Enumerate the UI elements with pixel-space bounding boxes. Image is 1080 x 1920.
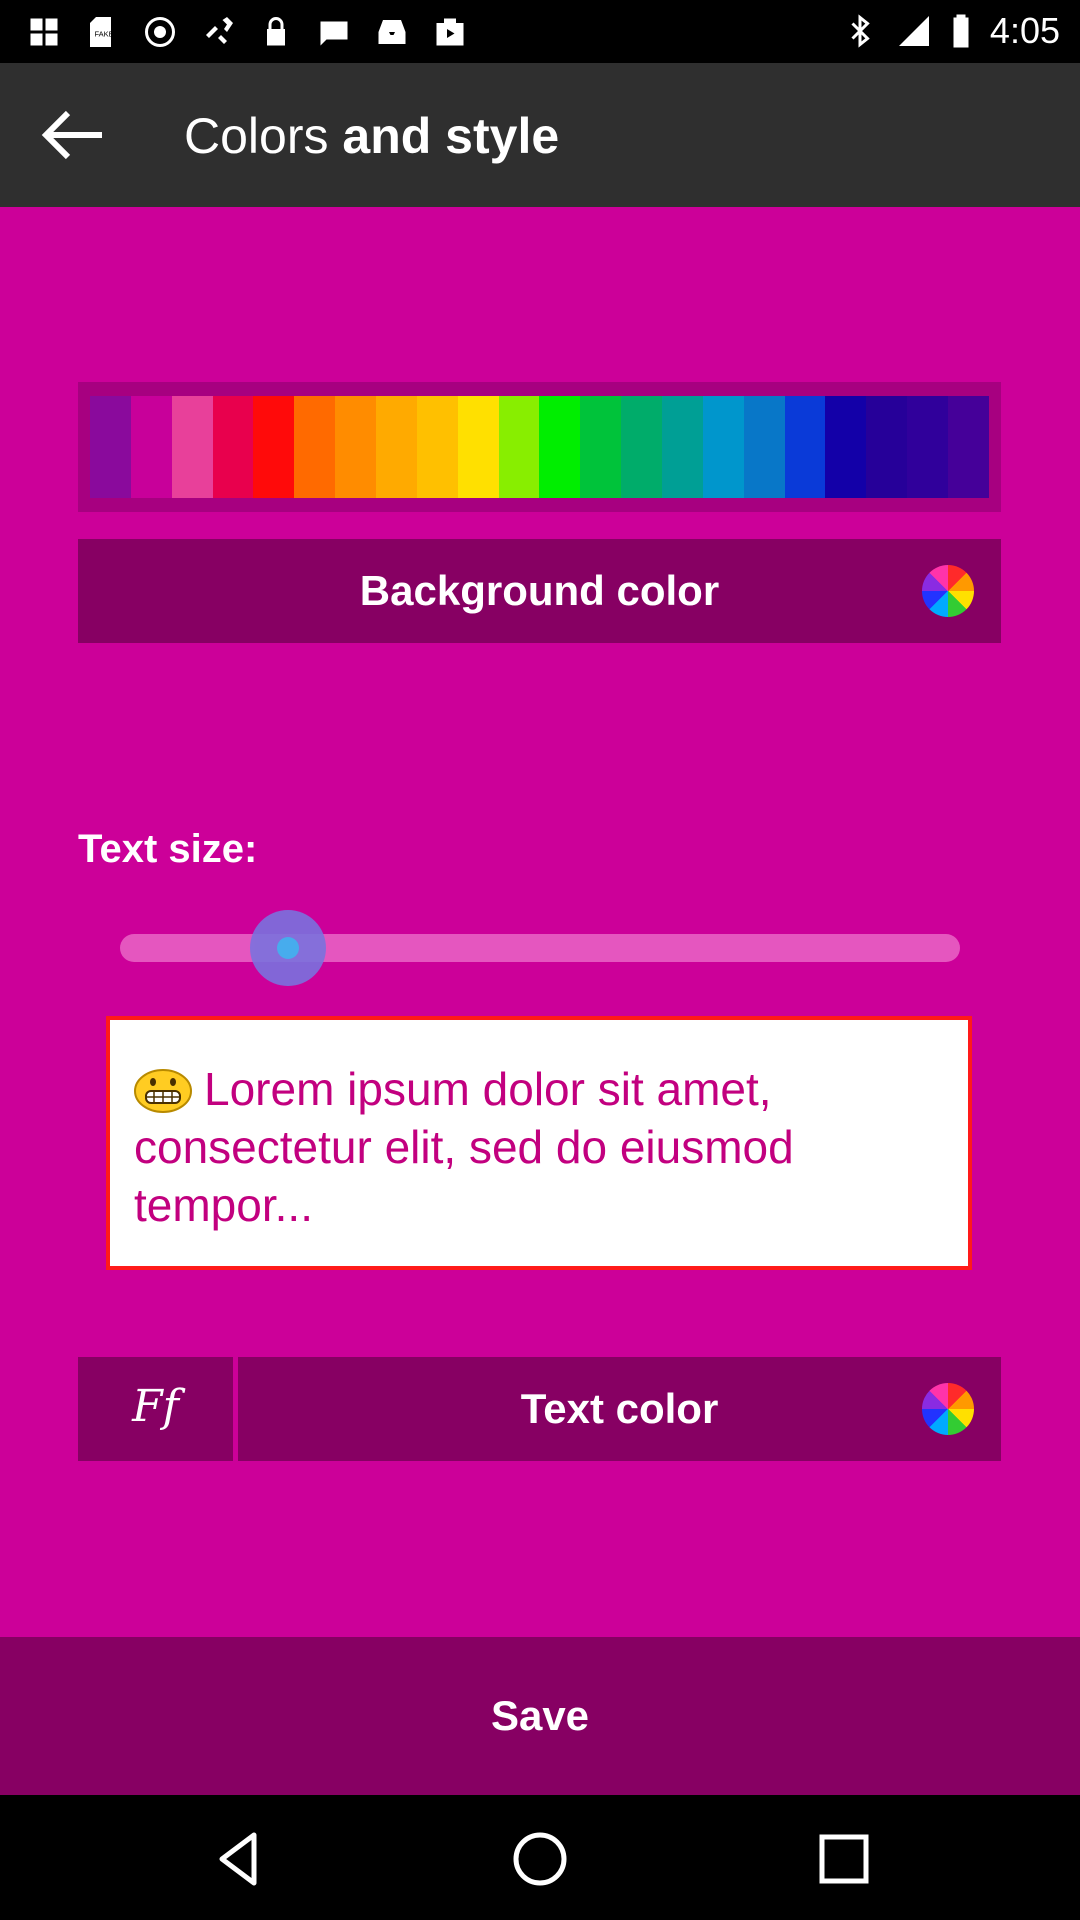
color-swatch[interactable]	[90, 396, 131, 498]
save-button[interactable]: Save	[0, 1637, 1080, 1795]
color-swatch[interactable]	[539, 396, 581, 498]
color-swatch[interactable]	[416, 396, 458, 498]
status-bar: FAKE 4:05	[0, 0, 1080, 63]
arrow-left-icon[interactable]	[32, 103, 112, 167]
color-swatch[interactable]	[825, 396, 867, 498]
color-swatch[interactable]	[743, 396, 785, 498]
color-swatch[interactable]	[948, 396, 989, 498]
color-swatch[interactable]	[662, 396, 703, 498]
slider-track	[120, 934, 960, 962]
color-swatch[interactable]	[621, 396, 663, 498]
home-circle-icon[interactable]	[508, 1827, 572, 1891]
lock-icon	[267, 17, 285, 46]
recents-square-icon[interactable]	[812, 1827, 876, 1891]
color-swatch[interactable]	[498, 396, 540, 498]
background-color-label: Background color	[359, 567, 720, 614]
satellite-icon	[206, 17, 233, 44]
color-swatch[interactable]	[784, 396, 826, 498]
navigation-bar	[0, 1795, 1080, 1920]
notification-icons: FAKE	[26, 14, 468, 50]
color-swatch[interactable]	[457, 396, 499, 498]
photos-icon	[30, 18, 58, 46]
back-triangle-icon[interactable]	[208, 1827, 272, 1891]
color-swatch[interactable]	[866, 396, 908, 498]
status-time: 4:05	[989, 10, 1060, 51]
slider-thumb[interactable]	[250, 910, 326, 986]
status-right: 4:05	[842, 10, 1060, 52]
color-wheel-icon	[922, 1383, 974, 1435]
color-palette	[78, 382, 1001, 512]
main-content: Background color Text size: Lorem ipsum …	[0, 207, 1080, 1795]
target-icon	[145, 17, 175, 47]
background-color-button[interactable]: Background color	[78, 539, 1001, 643]
preview-text-container: Lorem ipsum dolor sit amet, consectetur …	[134, 1060, 938, 1234]
color-swatch[interactable]	[171, 396, 213, 498]
page-title: Colors and style	[184, 107, 559, 165]
color-swatch[interactable]	[212, 396, 254, 498]
color-swatch[interactable]	[294, 396, 336, 498]
grinning-emoji-icon	[134, 1069, 192, 1113]
color-wheel-icon	[922, 565, 974, 617]
svg-text:FAKE: FAKE	[95, 30, 114, 39]
text-size-slider[interactable]	[120, 910, 960, 986]
color-swatch[interactable]	[335, 396, 377, 498]
color-swatch[interactable]	[253, 396, 295, 498]
color-swatch[interactable]	[702, 396, 744, 498]
color-swatch[interactable]	[907, 396, 949, 498]
text-color-button[interactable]: Text color	[238, 1357, 1001, 1461]
slider-thumb-dot	[277, 937, 299, 959]
color-swatches	[90, 396, 989, 498]
app-bar: Colors and style	[0, 63, 1080, 207]
signal-icon	[898, 16, 929, 46]
color-swatch[interactable]	[376, 396, 417, 498]
font-icon: Ff	[132, 1381, 179, 1432]
text-preview: Lorem ipsum dolor sit amet, consectetur …	[106, 1016, 972, 1270]
page-title-light: Colors	[184, 108, 329, 164]
play-store-icon	[436, 18, 464, 46]
text-color-label: Text color	[520, 1385, 719, 1432]
sms-icon	[320, 21, 348, 46]
color-swatch[interactable]	[130, 396, 172, 498]
page-title-bold: and style	[342, 108, 560, 164]
sdcard-icon: FAKE	[90, 17, 114, 47]
preview-text: Lorem ipsum dolor sit amet, consectetur …	[134, 1063, 794, 1231]
bluetooth-icon	[851, 14, 870, 48]
font-button[interactable]: Ff	[78, 1357, 233, 1461]
inbox-icon	[378, 20, 406, 44]
text-size-label: Text size:	[78, 827, 258, 871]
save-label: Save	[490, 1692, 590, 1739]
color-swatch[interactable]	[580, 396, 622, 498]
battery-icon	[953, 14, 969, 48]
